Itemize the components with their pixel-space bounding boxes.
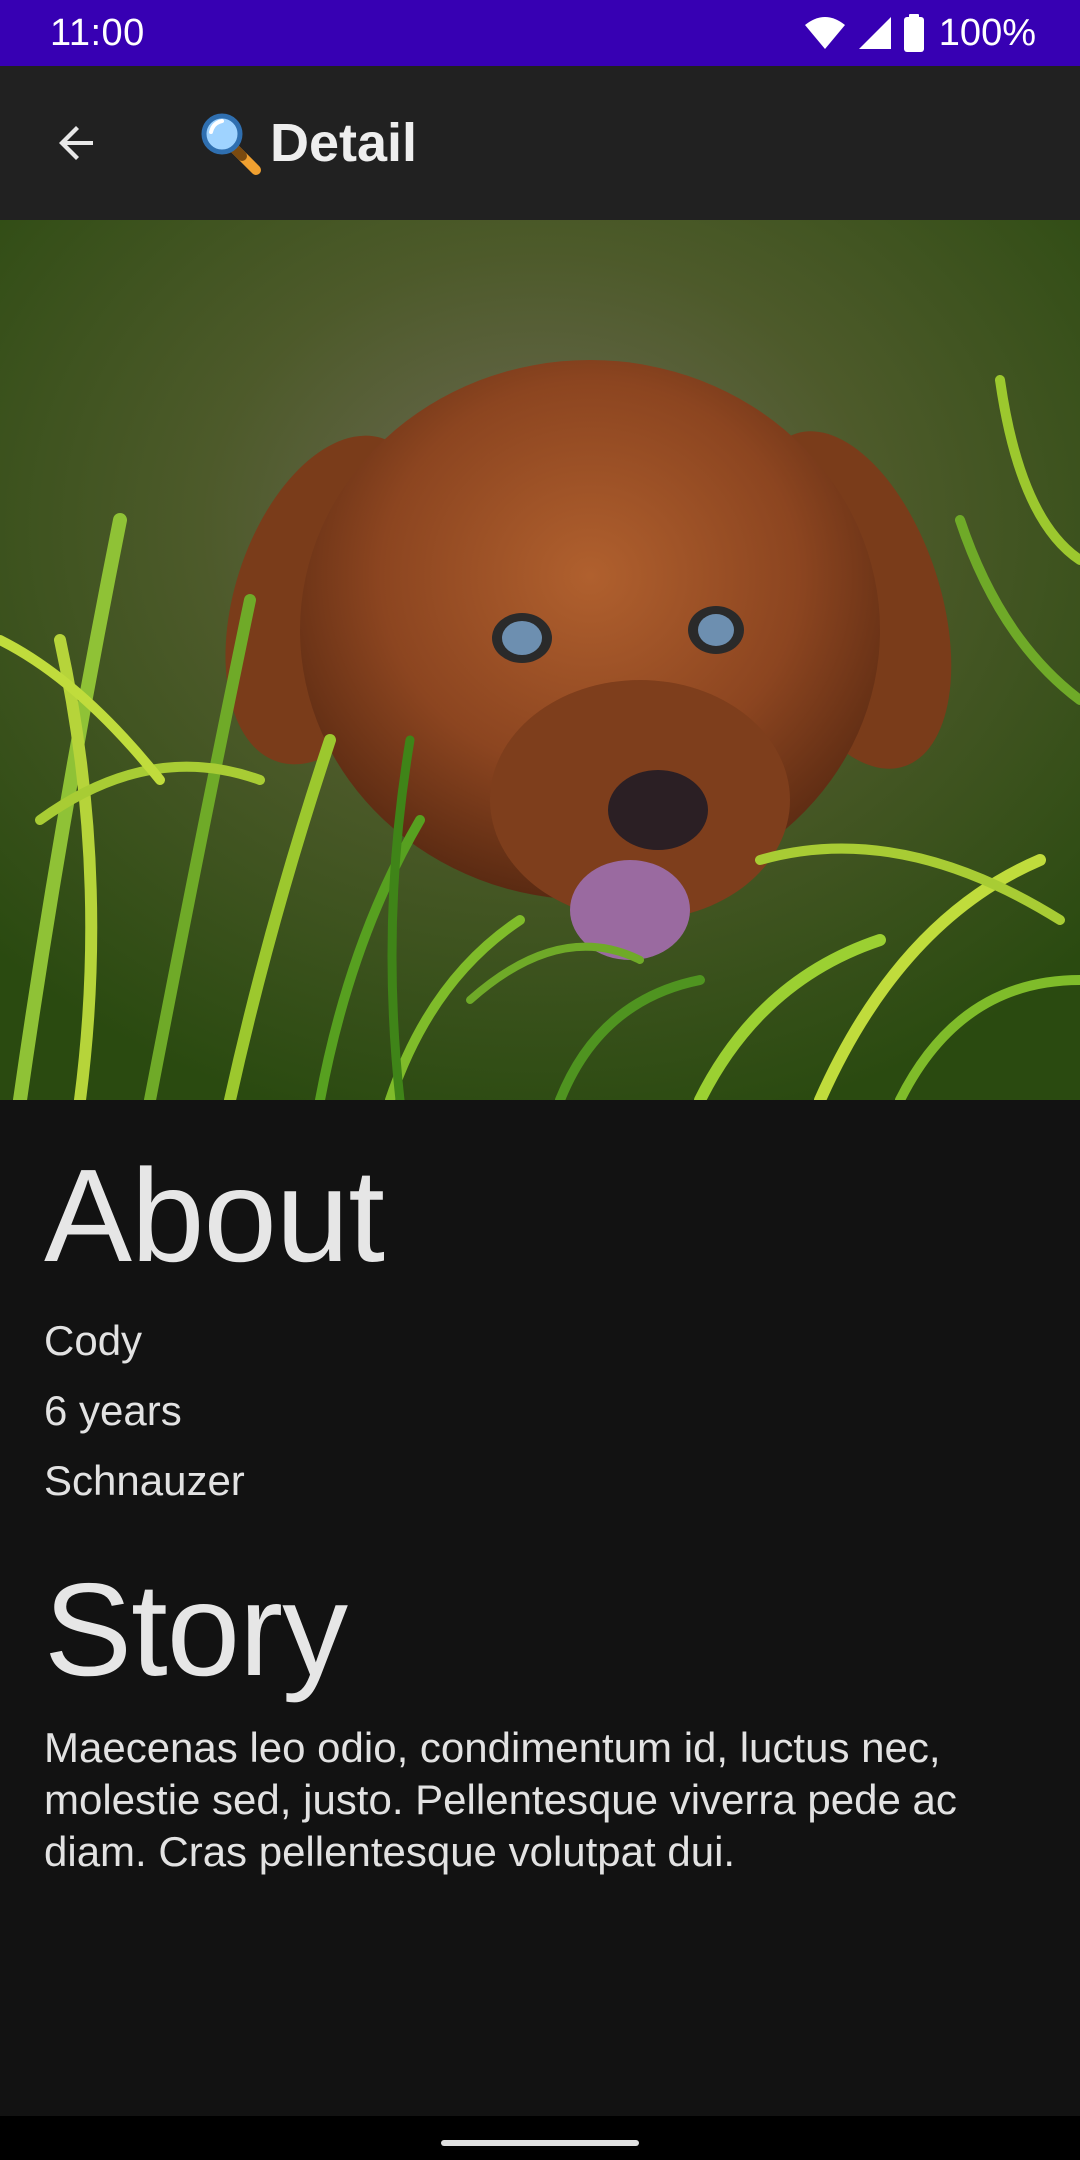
arrow-back-icon bbox=[59, 126, 93, 160]
story-text: Maecenas leo odio, condimentum id, luctu… bbox=[44, 1724, 957, 1875]
detail-content: About Cody 6 years Schnauzer Story Maece… bbox=[44, 1100, 1044, 1878]
puppy-photo bbox=[0, 220, 1080, 1100]
back-button[interactable] bbox=[36, 102, 118, 184]
status-bar: 11:00 100% bbox=[0, 0, 1080, 66]
pet-name: Cody bbox=[44, 1317, 143, 1364]
battery-icon bbox=[903, 14, 924, 52]
battery-percent: 100% bbox=[938, 11, 1036, 54]
home-gesture-handle[interactable] bbox=[441, 2140, 639, 2146]
wifi-icon bbox=[804, 17, 845, 49]
navigation-bar bbox=[0, 2116, 1080, 2160]
about-heading: About bbox=[44, 1142, 385, 1289]
status-time: 11:00 bbox=[50, 11, 145, 54]
magnifying-glass-icon bbox=[201, 113, 261, 175]
signal-icon bbox=[858, 17, 891, 49]
page-title: Detail bbox=[270, 113, 418, 173]
status-icons: 100% bbox=[803, 12, 1036, 55]
about-info: Cody 6 years Schnauzer bbox=[44, 1306, 1044, 1516]
app-bar: Detail bbox=[0, 66, 1080, 220]
story-heading: Story bbox=[44, 1556, 348, 1703]
pet-breed: Schnauzer bbox=[44, 1457, 245, 1504]
detail-screen: 11:00 100% Detail About Cody 6 years Sch… bbox=[0, 0, 1080, 2160]
puppy-illustration bbox=[0, 220, 1080, 1100]
app-title-group: Detail bbox=[198, 66, 417, 220]
pet-age: 6 years bbox=[44, 1387, 182, 1434]
